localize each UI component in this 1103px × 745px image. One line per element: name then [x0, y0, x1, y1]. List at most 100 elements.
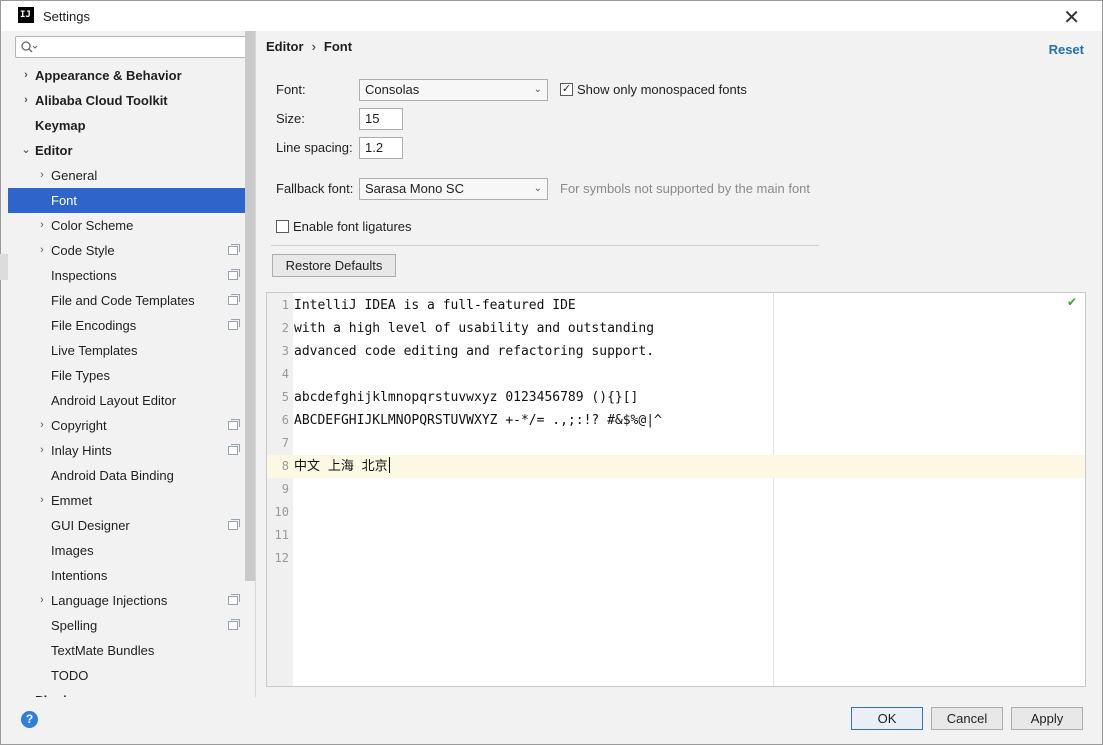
line-number: 12 — [274, 551, 289, 565]
chevron-right-icon[interactable]: › — [36, 413, 48, 438]
sidebar-item-code-style[interactable]: › Code Style — [8, 238, 248, 263]
preview-line[interactable]: 11 — [267, 524, 1085, 547]
text-caret — [388, 457, 390, 473]
project-scope-icon — [228, 594, 240, 605]
size-input[interactable]: 15 — [359, 108, 403, 130]
preview-line-text: advanced code editing and refactoring su… — [294, 344, 655, 359]
help-icon[interactable]: ? — [21, 711, 38, 728]
settings-dialog: IJ Settings ✕ › Appearance & Behavior › Ali… — [0, 0, 1103, 745]
preview-line[interactable]: 4 — [267, 363, 1085, 386]
cancel-button[interactable]: Cancel — [931, 707, 1003, 730]
font-preview-editor[interactable]: ✔ 1 IntelliJ IDEA is a full-featured IDE 2… — [266, 292, 1086, 687]
preview-line[interactable]: 3 advanced code editing and refactoring s… — [267, 340, 1085, 363]
sidebar-item-label: GUI Designer — [51, 518, 130, 533]
preview-line[interactable]: 1 IntelliJ IDEA is a full-featured IDE — [267, 294, 1085, 317]
line-number: 10 — [274, 505, 289, 519]
preview-line[interactable]: 10 — [267, 501, 1085, 524]
sidebar-item-alibaba-cloud-toolkit[interactable]: › Alibaba Cloud Toolkit — [8, 88, 248, 113]
sidebar-item-android-layout-editor[interactable]: Android Layout Editor — [8, 388, 248, 413]
sidebar-item-file-and-code-templates[interactable]: File and Code Templates — [8, 288, 248, 313]
sidebar-item-live-templates[interactable]: Live Templates — [8, 338, 248, 363]
project-scope-icon — [228, 444, 240, 455]
preview-line[interactable]: 6 ABCDEFGHIJKLMNOPQRSTUVWXYZ +-*/= .,;:!?… — [267, 409, 1085, 432]
apply-button[interactable]: Apply — [1011, 707, 1083, 730]
chevron-down-icon[interactable]: ⌄ — [20, 138, 32, 163]
sidebar-item-keymap[interactable]: Keymap — [8, 113, 248, 138]
chevron-down-icon: ⌄ — [533, 84, 542, 95]
breadcrumb-separator: › — [311, 39, 316, 54]
size-label: Size: — [276, 111, 305, 126]
ok-button[interactable]: OK — [851, 707, 923, 730]
sidebar-item-label: TextMate Bundles — [51, 643, 155, 658]
sidebar-item-file-encodings[interactable]: File Encodings — [8, 313, 248, 338]
breadcrumb-parent[interactable]: Editor — [266, 39, 304, 54]
chevron-right-icon[interactable]: › — [36, 588, 48, 613]
sidebar-item-label: Editor — [35, 143, 73, 158]
preview-line[interactable]: 12 — [267, 547, 1085, 570]
line-number: 3 — [281, 344, 289, 358]
breadcrumb: Editor › Font — [266, 39, 352, 54]
chevron-right-icon[interactable]: › — [36, 238, 48, 263]
sidebar-item-copyright[interactable]: › Copyright — [8, 413, 248, 438]
preview-line[interactable]: 9 — [267, 478, 1085, 501]
preview-line[interactable]: 8 中文 上海 北京 — [267, 455, 1085, 478]
sidebar-item-label: Intentions — [51, 568, 108, 583]
sidebar-item-label: Android Data Binding — [51, 468, 174, 483]
line-spacing-label: Line spacing: — [276, 140, 353, 155]
preview-line-text: 中文 上海 北京 — [294, 457, 390, 474]
breadcrumb-current: Font — [323, 39, 353, 54]
project-scope-icon — [228, 244, 240, 255]
sidebar-item-color-scheme[interactable]: › Color Scheme — [8, 213, 248, 238]
sidebar-item-plugins[interactable]: Plugins — [8, 688, 248, 697]
chevron-right-icon[interactable]: › — [36, 213, 48, 238]
font-ligatures-checkbox[interactable] — [276, 220, 289, 233]
settings-sidebar: › Appearance & Behavior › Alibaba Cloud Too… — [8, 31, 256, 697]
project-scope-icon — [228, 619, 240, 630]
font-ligatures-label[interactable]: Enable font ligatures — [293, 219, 412, 234]
sidebar-item-general[interactable]: › General — [8, 163, 248, 188]
sidebar-item-language-injections[interactable]: › Language Injections — [8, 588, 248, 613]
sidebar-item-file-types[interactable]: File Types — [8, 363, 248, 388]
sidebar-item-label: Emmet — [51, 493, 93, 508]
sidebar-item-android-data-binding[interactable]: Android Data Binding — [8, 463, 248, 488]
font-select[interactable]: Consolas ⌄ — [359, 79, 548, 101]
sidebar-item-gui-designer[interactable]: GUI Designer — [8, 513, 248, 538]
chevron-right-icon[interactable]: › — [20, 88, 32, 113]
project-scope-icon — [228, 269, 240, 280]
chevron-right-icon[interactable]: › — [36, 488, 48, 513]
sidebar-item-images[interactable]: Images — [8, 538, 248, 563]
search-input[interactable] — [15, 36, 248, 58]
sidebar-item-appearance-behavior[interactable]: › Appearance & Behavior — [8, 63, 248, 88]
restore-defaults-button[interactable]: Restore Defaults — [272, 254, 396, 277]
preview-line[interactable]: 7 — [267, 432, 1085, 455]
sidebar-scrollbar-thumb[interactable] — [245, 31, 255, 581]
chevron-down-icon: ⌄ — [533, 183, 542, 194]
preview-line[interactable]: 5 abcdefghijklmnopqrstuvwxyz 0123456789 (… — [267, 386, 1085, 409]
sidebar-item-font[interactable]: Font — [8, 188, 248, 213]
sidebar-item-inlay-hints[interactable]: › Inlay Hints — [8, 438, 248, 463]
sidebar-item-label: Copyright — [51, 418, 107, 433]
show-monospaced-checkbox[interactable]: ✓ — [560, 83, 573, 96]
sidebar-item-emmet[interactable]: › Emmet — [8, 488, 248, 513]
sidebar-item-textmate-bundles[interactable]: TextMate Bundles — [8, 638, 248, 663]
fallback-font-select[interactable]: Sarasa Mono SC ⌄ — [359, 178, 548, 200]
sidebar-item-intentions[interactable]: Intentions — [8, 563, 248, 588]
chevron-right-icon[interactable]: › — [36, 163, 48, 188]
line-number: 7 — [281, 436, 289, 450]
title-bar: IJ Settings ✕ — [1, 1, 1102, 31]
close-icon[interactable]: ✕ — [1063, 5, 1080, 29]
show-monospaced-label[interactable]: Show only monospaced fonts — [577, 82, 747, 97]
chevron-right-icon[interactable]: › — [36, 438, 48, 463]
preview-line-text: with a high level of usability and outst… — [294, 321, 655, 336]
settings-tree: › Appearance & Behavior › Alibaba Cloud Too… — [8, 63, 248, 697]
line-number: 4 — [281, 367, 289, 381]
preview-line[interactable]: 2 with a high level of usability and outs… — [267, 317, 1085, 340]
sidebar-item-todo[interactable]: TODO — [8, 663, 248, 688]
project-scope-icon — [228, 319, 240, 330]
line-spacing-input[interactable]: 1.2 — [359, 137, 403, 159]
reset-link[interactable]: Reset — [1049, 42, 1084, 57]
sidebar-item-spelling[interactable]: Spelling — [8, 613, 248, 638]
sidebar-item-editor[interactable]: ⌄ Editor — [8, 138, 248, 163]
chevron-right-icon[interactable]: › — [20, 63, 32, 88]
sidebar-item-inspections[interactable]: Inspections — [8, 263, 248, 288]
